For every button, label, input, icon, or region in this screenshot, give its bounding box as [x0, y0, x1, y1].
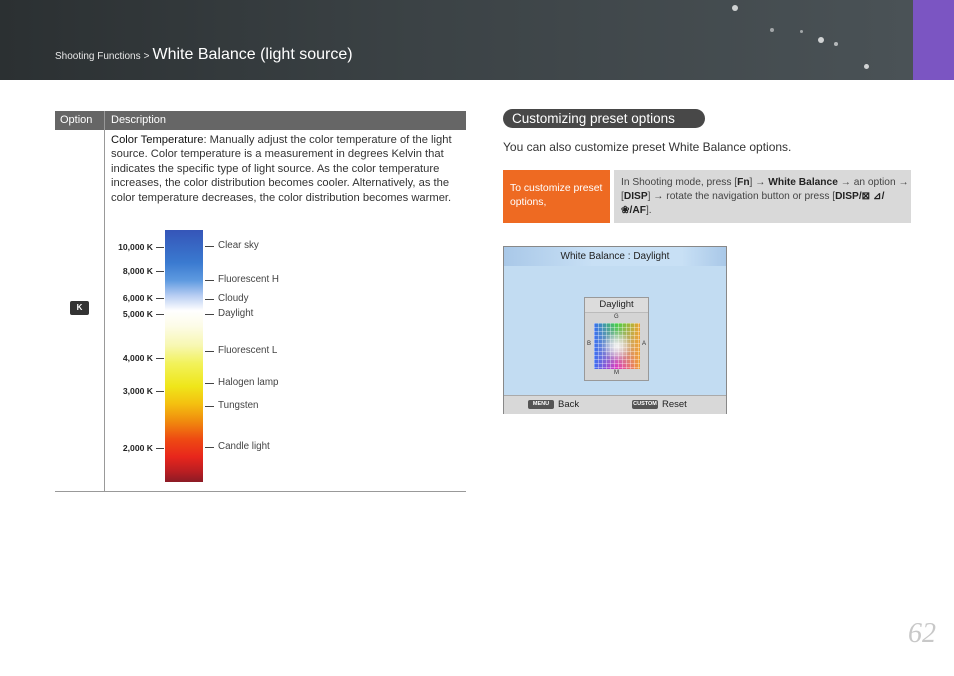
light-source-tick [205, 406, 214, 407]
axis-label-b: B [587, 341, 592, 347]
light-source-label: Fluorescent L [218, 345, 278, 356]
axis-label-m: M [614, 370, 619, 376]
kelvin-label: 8,000 K [122, 266, 153, 276]
kelvin-tick [156, 314, 164, 315]
step-instructions: In Shooting mode, press [Fn] → White Bal… [614, 170, 911, 223]
breadcrumb: Shooting Functions > White Balance (light … [55, 46, 353, 64]
axis-label-a: A [642, 341, 647, 347]
kelvin-label: 4,000 K [122, 353, 153, 363]
wb-adjust-panel: Daylight G B A M [584, 297, 649, 381]
page-number: 62 [908, 618, 936, 649]
back-label: Back [558, 399, 580, 410]
kelvin-label: 10,000 K [118, 242, 153, 252]
decorative-glow [834, 42, 838, 46]
disp-key: DISP [623, 191, 648, 202]
breadcrumb-separator: > [143, 51, 150, 62]
kelvin-tick [156, 298, 164, 299]
kelvin-tick [156, 247, 164, 248]
reset-label: Reset [662, 399, 687, 410]
panel-title: Daylight [585, 298, 648, 313]
kelvin-label: 6,000 K [122, 293, 153, 303]
light-source-tick [205, 280, 214, 281]
kelvin-tick [156, 391, 164, 392]
light-source-label: Daylight [218, 308, 254, 319]
instruction-text: ] → [749, 177, 769, 188]
kelvin-label: 3,000 K [122, 386, 153, 396]
section-intro: You can also customize preset White Bala… [503, 140, 792, 154]
custom-key-icon[interactable]: CUSTOM [632, 400, 658, 409]
kelvin-tick [156, 358, 164, 359]
light-source-label: Tungsten [218, 400, 259, 411]
axis-label-g: G [614, 314, 619, 320]
light-source-label: Clear sky [218, 240, 259, 251]
light-source-label: Candle light [218, 441, 270, 452]
light-source-tick [205, 246, 214, 247]
light-source-tick [205, 314, 214, 315]
decorative-glow [800, 30, 803, 33]
light-source-tick [205, 447, 214, 448]
instruction-text: ] → rotate the navigation button or pres… [647, 191, 836, 202]
kelvin-option-icon: K [70, 301, 89, 315]
instruction-text: In Shooting mode, press [ [621, 177, 738, 188]
option-description: Color Temperature: Manually adjust the c… [111, 133, 463, 205]
screen-footer: MENU Back CUSTOM Reset [504, 395, 726, 414]
decorative-glow [864, 64, 869, 69]
breadcrumb-section[interactable]: Shooting Functions [55, 51, 141, 62]
light-source-tick [205, 299, 214, 300]
kelvin-label: 2,000 K [122, 443, 153, 453]
table-header: Option Description [55, 111, 466, 130]
decorative-glow [818, 37, 824, 43]
column-header-description: Description [111, 114, 167, 126]
column-header-option: Option [60, 114, 93, 126]
decorative-glow [732, 5, 738, 11]
options-table: Option Description K Color Temperature: … [55, 111, 466, 492]
description-term: Color Temperature [111, 134, 204, 146]
screen-title: White Balance : Daylight [504, 247, 726, 266]
fn-key: Fn [737, 177, 750, 188]
color-shift-grid[interactable] [594, 323, 640, 369]
decorative-glow [770, 28, 774, 32]
light-source-label: Fluorescent H [218, 274, 279, 285]
chapter-tab[interactable] [913, 0, 954, 80]
color-temperature-bar [165, 230, 203, 482]
step-label: To customize preset options, [503, 170, 610, 223]
light-source-label: Halogen lamp [218, 377, 279, 388]
section-heading: Customizing preset options [503, 109, 705, 128]
instruction-text: ]. [645, 205, 652, 216]
page-title: White Balance (light source) [152, 46, 353, 63]
camera-screen: White Balance : Daylight Daylight G B A … [503, 246, 727, 414]
white-balance-menu-item: White Balance [768, 177, 838, 188]
light-source-tick [205, 351, 214, 352]
kelvin-label: 5,000 K [122, 309, 153, 319]
kelvin-tick [156, 271, 164, 272]
menu-key-icon[interactable]: MENU [528, 400, 554, 409]
page-header: Shooting Functions > White Balance (light … [0, 0, 913, 80]
kelvin-tick [156, 448, 164, 449]
light-source-tick [205, 383, 214, 384]
light-source-label: Cloudy [218, 293, 249, 304]
